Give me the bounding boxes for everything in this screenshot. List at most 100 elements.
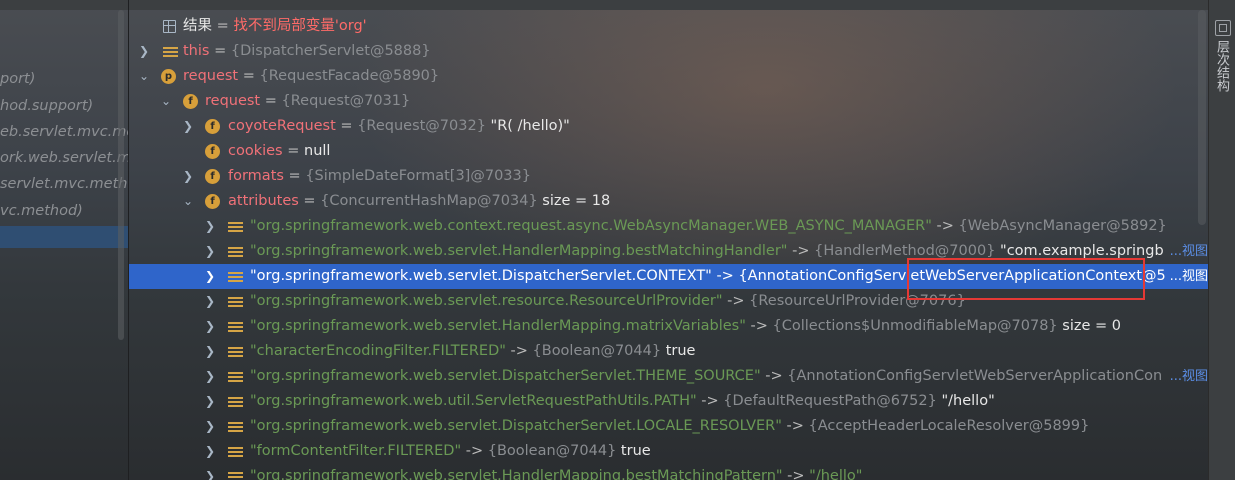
frame-item[interactable]: port) [0,67,128,91]
var-name: request [183,68,239,84]
chevron-down-icon[interactable]: ⌄ [159,89,173,114]
chevron-down-icon[interactable]: ⌄ [181,189,195,214]
map-arrow: -> [781,418,809,434]
chevron-right-icon[interactable]: ❯ [203,214,217,239]
chevron-right-icon[interactable]: ❯ [203,289,217,314]
chevron-right-icon[interactable]: ❯ [181,164,195,189]
tree-row-coyoteRequest[interactable]: ❯ f coyoteRequest = {Request@7032} "R( /… [129,114,1208,139]
var-type: {Request@7031} [281,93,411,109]
chevron-right-icon[interactable]: ❯ [203,389,217,414]
frame-label: vc.method) [0,203,83,219]
var-name: cookies [228,143,283,159]
map-value: true [661,343,696,359]
map-key: "org.springframework.web.servlet.Dispatc… [250,268,712,284]
var-type: {DispatcherServlet@5888} [230,43,431,59]
result-error-text: 找不到局部变量'org' [233,18,367,34]
map-entry-icon [228,347,243,357]
equals-sign: = [209,43,231,59]
var-name: attributes [228,193,299,209]
tree-row-request-field[interactable]: ⌄ f request = {Request@7031} [129,89,1208,114]
frame-item[interactable]: ork.web.servlet.m [0,146,128,170]
field-icon: f [205,144,220,159]
tree-row-formats[interactable]: ❯ f formats = {SimpleDateFormat[3]@7033} [129,164,1208,189]
var-name: formats [228,168,284,184]
view-link[interactable]: ...视图 [1170,264,1208,289]
variables-header [129,0,1208,10]
map-key: "org.springframework.web.servlet.resourc… [250,293,723,309]
frame-label: servlet.mvc.meth [0,176,128,192]
map-entry-icon [228,272,243,282]
chevron-right-icon[interactable]: ❯ [203,339,217,364]
tree-row-attributes[interactable]: ⌄ f attributes = {ConcurrentHashMap@7034… [129,189,1208,214]
map-value: "com.example.springb [995,243,1164,259]
var-type: {Request@7032} [357,118,486,134]
var-name: request [205,93,261,109]
chevron-right-icon[interactable]: ❯ [203,414,217,439]
map-entry-row[interactable]: ❯ "org.springframework.web.servlet.Dispa… [129,414,1208,439]
map-value-type: {Boolean@7044} [487,443,617,459]
map-value-type: {Boolean@7044} [532,343,662,359]
frame-item[interactable]: vc.method) [0,199,128,223]
map-value-type: {AnnotationConfigServletWebServerApplica… [787,368,1163,384]
frame-item[interactable]: eb.servlet.mvc.me [0,120,128,144]
hierarchy-icon[interactable] [1215,20,1231,36]
frames-scrollbar[interactable] [118,10,124,340]
variables-scrollbar[interactable] [1198,10,1206,225]
hierarchy-tab-label[interactable]: 层次结构 [1214,40,1231,92]
var-type: {ConcurrentHashMap@7034} [320,193,538,209]
map-value: "/hello" [809,468,863,480]
map-arrow: -> [760,368,788,384]
chevron-right-icon[interactable]: ❯ [203,439,217,464]
map-entry-icon [228,397,243,407]
map-entry-icon [228,222,243,232]
frame-selected-row[interactable] [0,226,128,248]
map-arrow: -> [787,243,815,259]
chevron-right-icon[interactable]: ❯ [203,464,217,480]
map-entry-row[interactable]: ❯ "org.springframework.web.util.ServletR… [129,389,1208,414]
map-entry-icon [228,247,243,257]
var-name: this [183,43,210,59]
map-entry-row[interactable]: ❯ "formContentFilter.FILTERED" -> {Boole… [129,439,1208,464]
chevron-right-icon[interactable]: ❯ [181,114,195,139]
tree-row-this[interactable]: ❯ this = {DispatcherServlet@5888} [129,39,1208,64]
chevron-right-icon[interactable]: ❯ [203,314,217,339]
map-entry-row[interactable]: ❯ "org.springframework.web.context.reque… [129,214,1208,239]
tree-row-result[interactable]: 结果 = 找不到局部变量'org' [129,14,1208,39]
map-entry-icon [228,422,243,432]
map-entry-icon [228,472,243,480]
chevron-right-icon[interactable]: ❯ [137,39,151,64]
map-entry-row[interactable]: ❯ "org.springframework.web.servlet.Handl… [129,464,1208,480]
map-value-type: {Collections$UnmodifiableMap@7078} [772,318,1058,334]
equals-sign: = [298,193,321,209]
right-tool-strip: 层次结构 [1208,0,1235,480]
tree-row-request-param[interactable]: ⌄ p request = {RequestFacade@5890} [129,64,1208,89]
chevron-right-icon[interactable]: ❯ [203,264,217,289]
map-entry-row[interactable]: ❯ "characterEncodingFilter.FILTERED" -> … [129,339,1208,364]
field-icon: f [205,194,220,209]
map-entry-row[interactable]: ❯ "org.springframework.web.servlet.Dispa… [129,364,1208,389]
frame-item[interactable]: hod.support) [0,94,128,118]
equals-sign: = [260,93,282,109]
view-link[interactable]: ...视图 [1170,364,1208,389]
chevron-right-icon[interactable]: ❯ [203,364,217,389]
frame-label: ork.web.servlet.m [0,150,129,166]
watch-result-icon [163,20,176,33]
map-entry-icon [228,372,243,382]
map-entry-row[interactable]: ❯ "org.springframework.web.servlet.Handl… [129,314,1208,339]
map-arrow: -> [711,268,739,284]
view-link[interactable]: ...视图 [1170,239,1208,264]
map-key: "org.springframework.web.context.request… [250,218,932,234]
var-value: "R( /hello)" [485,118,570,134]
equals-sign: = [283,168,306,184]
map-arrow: -> [782,468,810,480]
result-label: 结果 [183,18,212,34]
equals-sign: = [335,118,358,134]
map-key: "org.springframework.web.servlet.Handler… [250,318,746,334]
map-value-type: {AcceptHeaderLocaleResolver@5899} [808,418,1090,434]
tree-row-cookies[interactable]: f cookies = null [129,139,1208,164]
var-type: {RequestFacade@5890} [259,68,440,84]
map-arrow: -> [461,443,488,459]
chevron-down-icon[interactable]: ⌄ [137,64,151,89]
chevron-right-icon[interactable]: ❯ [203,239,217,264]
frame-item[interactable]: servlet.mvc.meth [0,172,128,196]
